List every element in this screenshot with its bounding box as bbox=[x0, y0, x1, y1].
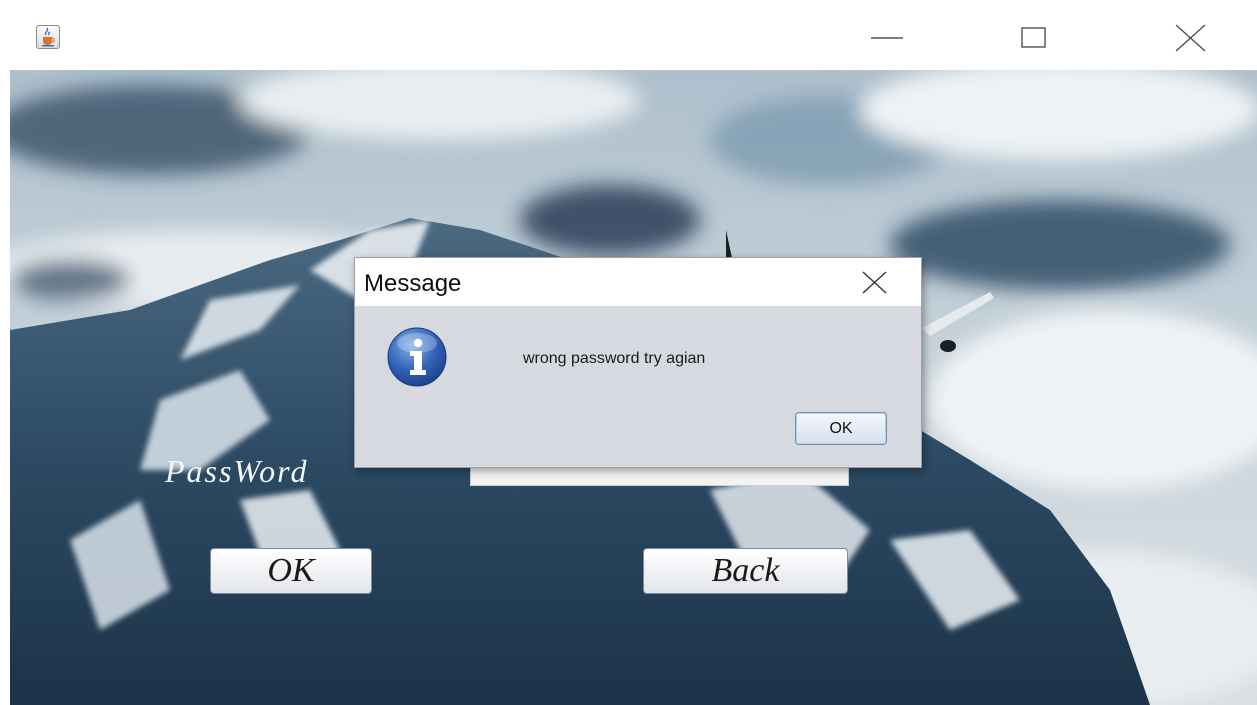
maximize-icon bbox=[1021, 27, 1046, 48]
dialog-titlebar: Message bbox=[355, 258, 921, 306]
info-icon bbox=[387, 327, 447, 387]
minimize-icon bbox=[871, 37, 903, 39]
java-cup-icon[interactable] bbox=[36, 25, 60, 49]
dialog-message: wrong password try agian bbox=[523, 350, 706, 367]
close-icon bbox=[1175, 24, 1206, 52]
close-button[interactable] bbox=[1167, 20, 1217, 56]
password-label: PassWord bbox=[165, 453, 309, 489]
back-button[interactable]: Back bbox=[643, 548, 848, 594]
dialog-close-button[interactable] bbox=[840, 263, 912, 301]
maximize-button[interactable] bbox=[1013, 20, 1063, 56]
dialog-ok-button[interactable]: OK bbox=[795, 412, 887, 445]
dialog-title: Message bbox=[364, 270, 462, 297]
message-dialog: Message wrong password try agian OK bbox=[354, 257, 922, 468]
close-icon bbox=[862, 271, 887, 294]
minimize-button[interactable] bbox=[862, 20, 912, 56]
ok-button[interactable]: OK bbox=[210, 548, 372, 594]
window-titlebar bbox=[0, 0, 1257, 70]
